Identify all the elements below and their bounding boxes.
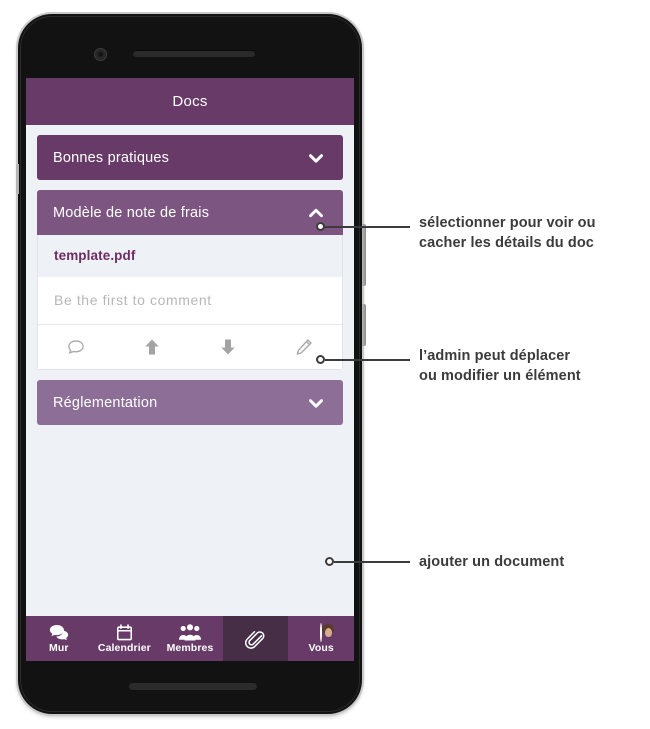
comment-action-button[interactable] bbox=[38, 325, 114, 369]
comment-placeholder: Be the first to comment bbox=[54, 292, 212, 308]
calendar-icon bbox=[116, 623, 133, 641]
arrow-down-icon bbox=[218, 336, 238, 358]
paperclip-icon bbox=[245, 630, 266, 649]
avatar-icon bbox=[320, 622, 323, 642]
move-down-action-button[interactable] bbox=[190, 325, 266, 369]
nav-item-docs[interactable] bbox=[222, 616, 289, 661]
doc-group-title: Réglementation bbox=[53, 394, 158, 411]
home-bar bbox=[129, 683, 257, 690]
phone-screen: Docs Bonnes pratiques Modèle de note de … bbox=[26, 78, 354, 661]
arrow-up-icon bbox=[142, 336, 162, 358]
doc-group-header-bonnes-pratiques[interactable]: Bonnes pratiques bbox=[37, 135, 343, 180]
annotation-line2: ou modifier un élément bbox=[419, 367, 581, 384]
avatar bbox=[320, 622, 323, 642]
nav-item-label: Calendrier bbox=[97, 641, 151, 654]
annotation-line1: l’admin peut déplacer bbox=[419, 348, 571, 364]
annotation-text-2: l’admin peut déplacer ou modifier un élé… bbox=[419, 347, 644, 386]
nav-item-vous[interactable]: Vous bbox=[288, 616, 354, 661]
earpiece-speaker bbox=[133, 50, 255, 57]
document-action-row bbox=[38, 325, 342, 369]
chevron-up-icon[interactable] bbox=[305, 202, 327, 224]
document-list: Bonnes pratiques Modèle de note de frais bbox=[26, 125, 354, 425]
doc-group-title: Bonnes pratiques bbox=[53, 149, 170, 166]
doc-group-bonnes-pratiques: Bonnes pratiques bbox=[37, 135, 343, 180]
chevron-down-icon[interactable] bbox=[305, 147, 327, 169]
annotation-line1: sélectionner pour voir ou bbox=[419, 215, 596, 231]
annotation-text-1: sélectionner pour voir ou cacher les dét… bbox=[419, 214, 644, 253]
pencil-icon bbox=[294, 337, 314, 357]
annotation-line-1 bbox=[325, 225, 410, 228]
speech-bubbles-icon bbox=[49, 624, 69, 641]
doc-group-reglementation: Réglementation bbox=[37, 380, 343, 425]
annotation-dot-3 bbox=[325, 557, 334, 566]
volume-button[interactable] bbox=[362, 224, 366, 286]
nav-item-label: Membres bbox=[166, 641, 214, 654]
doc-group-modele-note-de-frais: Modèle de note de frais template.pdf Be … bbox=[37, 190, 343, 370]
document-file-row[interactable]: template.pdf bbox=[38, 235, 342, 277]
app-bar: Docs bbox=[26, 78, 354, 125]
nav-item-label: Vous bbox=[308, 641, 334, 654]
phone-device-frame: Docs Bonnes pratiques Modèle de note de … bbox=[16, 14, 366, 714]
nav-item-calendrier[interactable]: Calendrier bbox=[92, 616, 158, 661]
doc-group-title: Modèle de note de frais bbox=[53, 204, 210, 221]
annotation-text-3: ajouter un document bbox=[419, 553, 644, 573]
phone-left-accent bbox=[16, 164, 19, 194]
annotation-line1: ajouter un document bbox=[419, 554, 565, 570]
annotation-line-2 bbox=[325, 358, 410, 361]
doc-group-header-modele-note-de-frais[interactable]: Modèle de note de frais bbox=[37, 190, 343, 235]
annotation-line-3 bbox=[334, 560, 410, 563]
nav-item-label: Mur bbox=[49, 641, 69, 654]
annotation-dot-2 bbox=[316, 355, 325, 364]
nav-item-mur[interactable]: Mur bbox=[26, 616, 92, 661]
annotation-line2: cacher les détails du doc bbox=[419, 234, 594, 251]
power-button[interactable] bbox=[362, 304, 366, 346]
comment-input-row[interactable]: Be the first to comment bbox=[38, 277, 342, 325]
document-file-name: template.pdf bbox=[54, 248, 136, 263]
doc-group-body: template.pdf Be the first to comment bbox=[37, 235, 343, 370]
doc-group-header-reglementation[interactable]: Réglementation bbox=[37, 380, 343, 425]
page-title: Docs bbox=[172, 93, 208, 110]
front-camera-icon bbox=[94, 48, 107, 61]
speech-bubble-icon bbox=[66, 337, 86, 357]
nav-item-membres[interactable]: Membres bbox=[157, 616, 223, 661]
chevron-down-icon[interactable] bbox=[305, 392, 327, 414]
bottom-navigation-bar: Mur Calendrier Membres Vous bbox=[26, 616, 354, 661]
annotation-dot-1 bbox=[316, 222, 325, 231]
move-up-action-button[interactable] bbox=[114, 325, 190, 369]
edit-action-button[interactable] bbox=[266, 325, 342, 369]
people-icon bbox=[178, 623, 201, 641]
